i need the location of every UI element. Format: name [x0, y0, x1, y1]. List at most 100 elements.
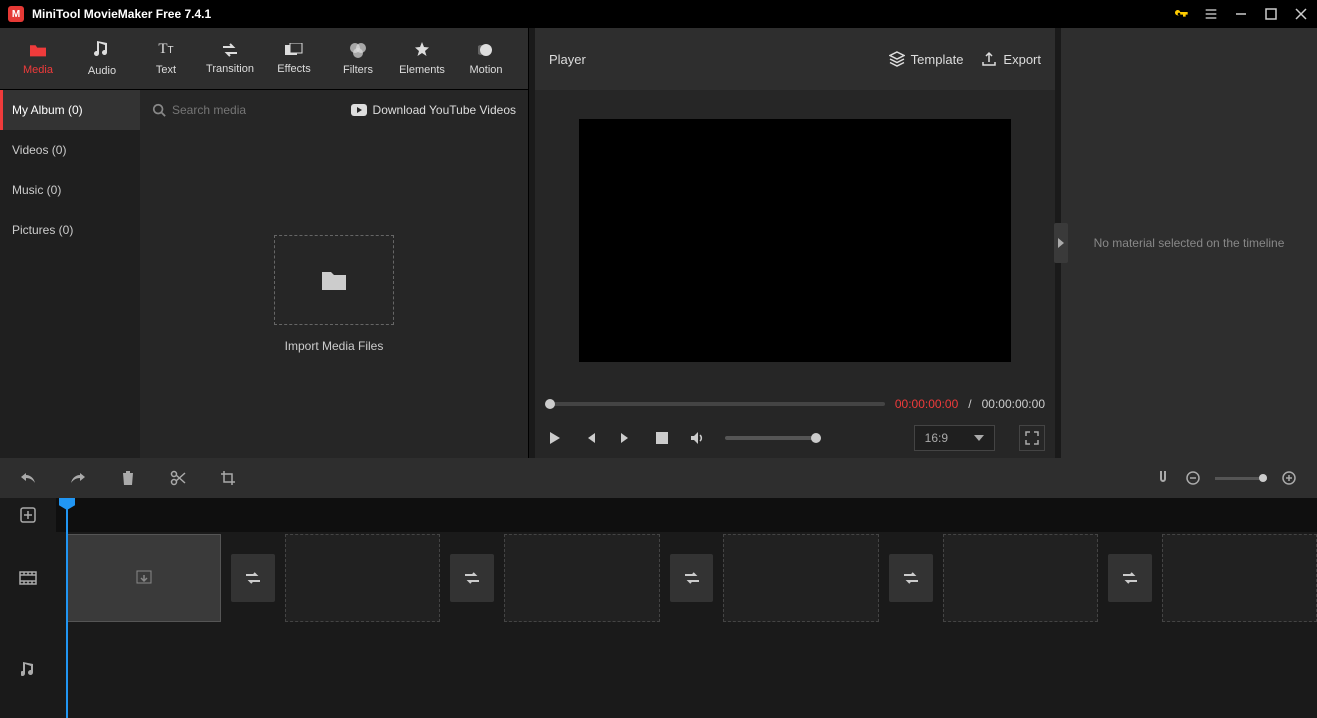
tab-label: Elements [399, 64, 445, 76]
text-icon: TT [158, 41, 173, 58]
transition-slot[interactable] [231, 554, 275, 602]
key-icon[interactable] [1173, 6, 1189, 22]
play-button[interactable] [545, 429, 563, 447]
stop-button[interactable] [653, 429, 671, 447]
category-music[interactable]: Music (0) [0, 170, 140, 210]
tab-effects[interactable]: Effects [262, 28, 326, 90]
inspector-empty-text: No material selected on the timeline [1094, 236, 1285, 250]
time-sep: / [968, 397, 971, 411]
time-current: 00:00:00:00 [895, 397, 958, 411]
chevron-down-icon [974, 435, 984, 441]
tab-label: Text [156, 64, 176, 76]
player-panel: Player Template Export 00:00:00:00 / 00:… [535, 28, 1055, 458]
preview-area [535, 90, 1055, 390]
video-track[interactable] [56, 532, 1317, 624]
maximize-button[interactable] [1263, 6, 1279, 22]
playhead-line [66, 498, 68, 718]
zoom-out-button[interactable] [1185, 470, 1201, 486]
media-categories: My Album (0) Videos (0) Music (0) Pictur… [0, 90, 140, 458]
clip-slot[interactable] [1162, 534, 1317, 622]
export-button[interactable]: Export [981, 51, 1041, 67]
timeline [0, 458, 1317, 718]
tab-elements[interactable]: Elements [390, 28, 454, 90]
tab-label: Filters [343, 64, 373, 76]
tab-label: Motion [469, 64, 502, 76]
import-media-box[interactable] [274, 235, 394, 325]
category-videos[interactable]: Videos (0) [0, 130, 140, 170]
category-my-album[interactable]: My Album (0) [0, 90, 140, 130]
track-area[interactable] [56, 498, 1317, 718]
tab-filters[interactable]: Filters [326, 28, 390, 90]
layers-icon [889, 51, 905, 67]
tab-text[interactable]: TT Text [134, 28, 198, 90]
tab-audio[interactable]: Audio [70, 28, 134, 90]
fullscreen-button[interactable] [1019, 425, 1045, 451]
filters-icon [349, 42, 367, 58]
volume-handle[interactable] [811, 433, 821, 443]
preview-canvas [579, 119, 1011, 362]
audio-track[interactable] [56, 624, 1317, 716]
zoom-handle[interactable] [1259, 474, 1267, 482]
crop-button[interactable] [220, 470, 236, 486]
tab-transition[interactable]: Transition [198, 28, 262, 90]
yt-label: Download YouTube Videos [373, 103, 516, 117]
template-label: Template [911, 52, 964, 67]
template-button[interactable]: Template [889, 51, 964, 67]
audio-track-icon [0, 624, 56, 716]
transition-slot[interactable] [670, 554, 714, 602]
menu-icon[interactable] [1203, 6, 1219, 22]
category-pictures[interactable]: Pictures (0) [0, 210, 140, 250]
clip-slot[interactable] [723, 534, 878, 622]
video-track-icon [0, 532, 56, 624]
snap-button[interactable] [1155, 470, 1171, 486]
transition-slot[interactable] [1108, 554, 1152, 602]
search-wrap [152, 103, 343, 117]
scrub-handle[interactable] [545, 399, 555, 409]
clip-slot[interactable] [504, 534, 659, 622]
clip-slot[interactable] [943, 534, 1098, 622]
collapse-inspector-button[interactable] [1054, 223, 1068, 263]
volume-slider[interactable] [725, 436, 821, 440]
export-label: Export [1003, 52, 1041, 67]
tab-label: Effects [277, 63, 310, 75]
scrub-bar[interactable] [545, 402, 885, 406]
clip-slot[interactable] [285, 534, 440, 622]
volume-button[interactable] [689, 429, 707, 447]
titlebar: M MiniTool MovieMaker Free 7.4.1 [0, 0, 1317, 28]
redo-button[interactable] [70, 470, 86, 486]
search-icon [152, 103, 166, 117]
split-button[interactable] [170, 470, 186, 486]
minimize-button[interactable] [1233, 6, 1249, 22]
ratio-value: 16:9 [925, 431, 948, 445]
transition-slot[interactable] [450, 554, 494, 602]
transition-icon [221, 43, 239, 57]
search-input[interactable] [172, 103, 292, 117]
tab-motion[interactable]: Motion [454, 28, 518, 90]
close-button[interactable] [1293, 6, 1309, 22]
effects-icon [285, 43, 303, 57]
transition-slot[interactable] [889, 554, 933, 602]
next-frame-button[interactable] [617, 429, 635, 447]
motion-icon [478, 42, 494, 58]
app-title: MiniTool MovieMaker Free 7.4.1 [32, 7, 1173, 21]
export-icon [981, 51, 997, 67]
tab-label: Audio [88, 65, 116, 77]
prev-frame-button[interactable] [581, 429, 599, 447]
undo-button[interactable] [20, 470, 36, 486]
music-icon [94, 41, 110, 59]
import-label: Import Media Files [285, 339, 384, 353]
youtube-icon [351, 104, 367, 116]
tab-media[interactable]: Media [6, 28, 70, 90]
time-ruler[interactable] [56, 498, 1317, 532]
zoom-slider[interactable] [1215, 477, 1267, 480]
clip-slot-add[interactable] [66, 534, 221, 622]
player-title: Player [549, 52, 871, 67]
main-toolbar: Media Audio TT Text Transition Effects F… [0, 28, 528, 90]
elements-icon [414, 42, 430, 58]
add-track-button[interactable] [0, 498, 56, 532]
zoom-in-button[interactable] [1281, 470, 1297, 486]
aspect-ratio-select[interactable]: 16:9 [914, 425, 995, 451]
delete-button[interactable] [120, 470, 136, 486]
inspector-panel: No material selected on the timeline [1061, 28, 1317, 458]
download-youtube-link[interactable]: Download YouTube Videos [351, 103, 516, 117]
